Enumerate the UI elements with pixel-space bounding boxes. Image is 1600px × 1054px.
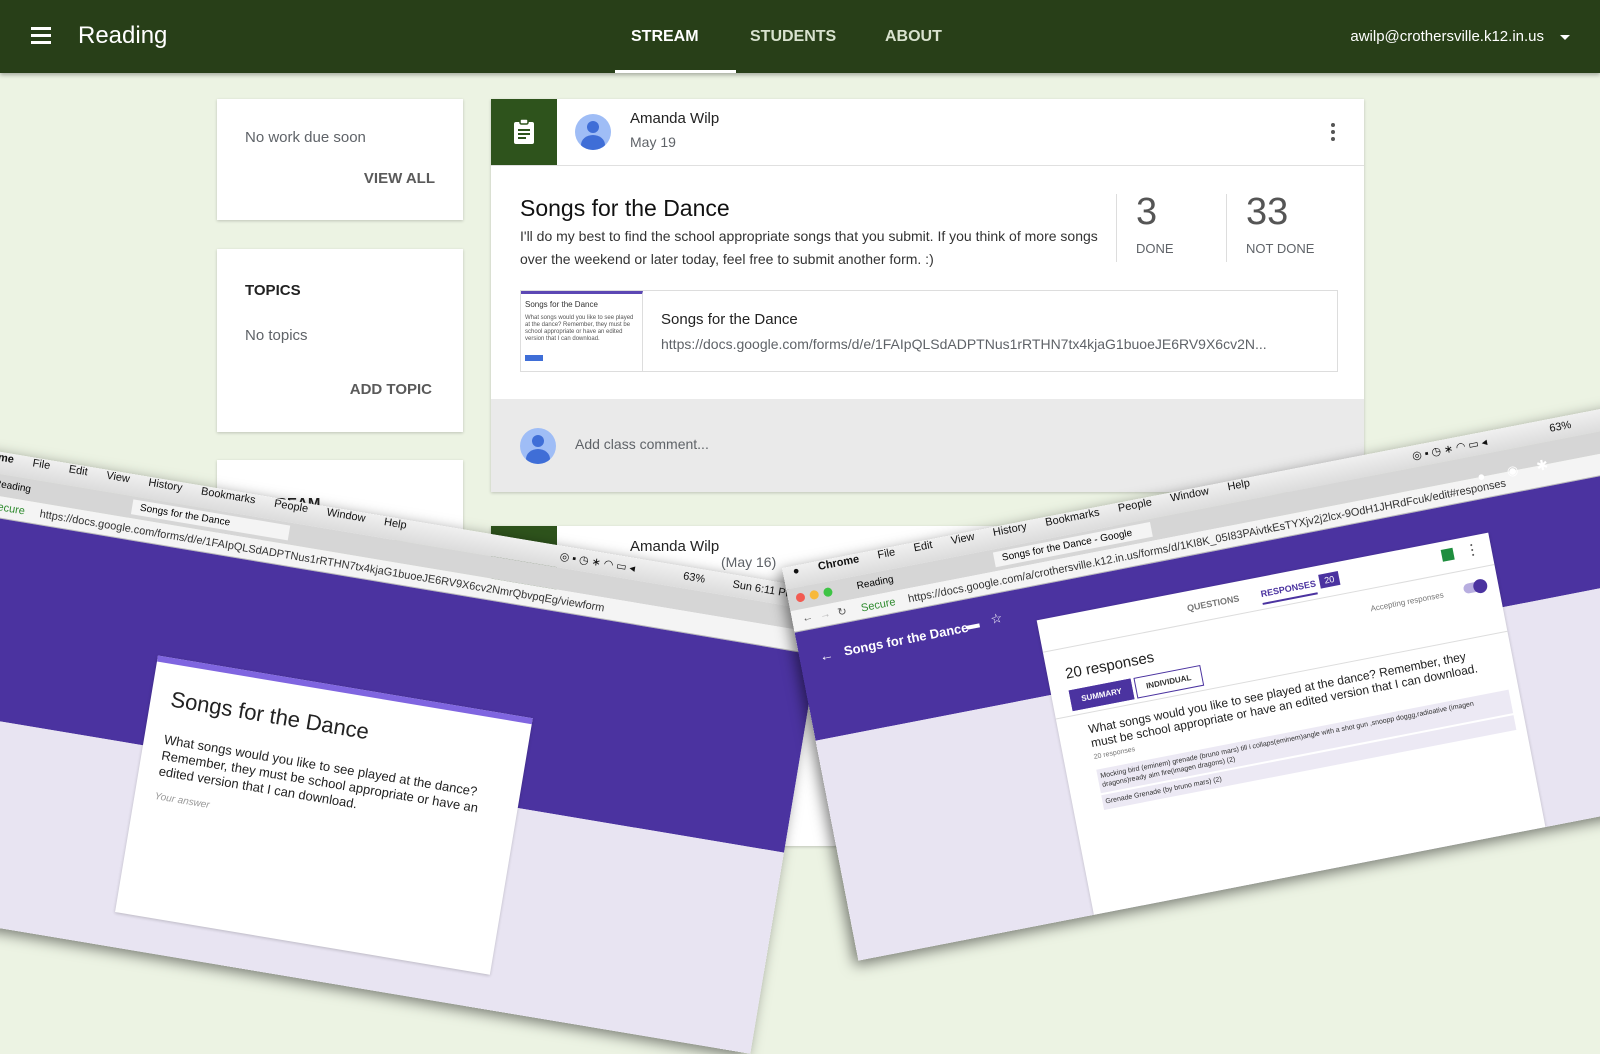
view-all-button[interactable]: VIEW ALL xyxy=(364,170,435,187)
author-name: Amanda Wilp xyxy=(630,110,720,127)
comment-section: Add class comment... xyxy=(491,399,1364,492)
back-icon[interactable]: ← xyxy=(801,611,814,625)
divider xyxy=(491,165,1364,166)
top-app-bar: Reading STREAM STUDENTS ABOUT awilp@crot… xyxy=(0,0,1600,73)
topics-heading: TOPICS xyxy=(245,282,301,299)
divider xyxy=(1116,194,1117,262)
back-arrow-icon[interactable]: ← xyxy=(818,646,835,664)
assignment-title[interactable]: Songs for the Dance xyxy=(520,195,730,222)
battery-level: 63% xyxy=(682,570,706,586)
menu-help[interactable]: Help xyxy=(383,516,407,532)
thumbnail-text: What songs would you like to see played … xyxy=(525,315,634,342)
assignment-description: I'll do my best to find the school appro… xyxy=(520,228,1098,267)
upcoming-text: No work due soon xyxy=(245,129,366,146)
not-done-label: NOT DONE xyxy=(1246,241,1315,256)
divider xyxy=(1226,194,1227,262)
minimize-window-button[interactable] xyxy=(808,589,820,601)
author-name: Amanda Wilp xyxy=(630,538,720,555)
form-title: Songs for the Dance xyxy=(842,619,970,659)
reload-icon[interactable]: ↻ xyxy=(836,605,848,620)
accepting-responses-toggle[interactable] xyxy=(1462,577,1489,595)
sheets-icon[interactable] xyxy=(1440,547,1455,562)
form-question: What songs would you like to see played … xyxy=(157,731,480,816)
account-menu[interactable]: awilp@crothersville.k12.in.us xyxy=(1350,28,1544,45)
tab-about[interactable]: ABOUT xyxy=(885,28,942,46)
upcoming-card: No work due soon VIEW ALL xyxy=(217,99,463,220)
menu-people[interactable]: People xyxy=(1117,496,1153,514)
responses-count-badge: 20 xyxy=(1318,571,1341,589)
menu-edit[interactable]: Edit xyxy=(68,463,89,478)
topics-empty-text: No topics xyxy=(245,327,308,344)
menu-file[interactable]: File xyxy=(877,546,897,561)
menu-file[interactable]: File xyxy=(32,457,51,472)
not-done-count[interactable]: 33 xyxy=(1246,191,1288,234)
done-label: DONE xyxy=(1136,241,1174,256)
close-window-button[interactable] xyxy=(795,592,806,603)
accepting-responses-label: Accepting responses xyxy=(1369,590,1445,614)
star-icon[interactable]: ☆ xyxy=(989,610,1003,628)
tab-reading[interactable]: Reading xyxy=(856,574,895,592)
battery-level: 63% xyxy=(1548,418,1573,435)
author-avatar xyxy=(575,114,611,150)
menu-edit[interactable]: Edit xyxy=(913,539,934,554)
tab-stream[interactable]: STREAM xyxy=(631,28,699,46)
maximize-window-button[interactable] xyxy=(822,586,834,598)
done-count[interactable]: 3 xyxy=(1136,191,1157,234)
forward-icon[interactable]: → xyxy=(819,608,832,622)
chevron-down-icon[interactable] xyxy=(1560,35,1570,40)
tab-students[interactable]: STUDENTS xyxy=(750,28,836,46)
user-avatar xyxy=(520,428,556,464)
attachment-url: https://docs.google.com/forms/d/e/1FAIpQ… xyxy=(661,336,1267,352)
assignment-post: Amanda Wilp May 19 Songs for the Dance I… xyxy=(491,99,1364,492)
menu-history[interactable]: History xyxy=(992,521,1028,539)
topics-card: TOPICS No topics ADD TOPIC xyxy=(217,249,463,432)
assignment-icon-box xyxy=(491,99,557,165)
menu-view[interactable]: View xyxy=(105,470,130,486)
attachment-thumbnail: Songs for the Dance What songs would you… xyxy=(521,291,643,371)
tab-questions[interactable]: QUESTIONS xyxy=(1186,593,1240,613)
menu-chrome[interactable]: Chrome xyxy=(0,447,15,466)
tab-reading[interactable]: Reading xyxy=(0,478,32,495)
comment-input[interactable]: Add class comment... xyxy=(575,436,709,452)
active-tab-indicator xyxy=(615,70,736,73)
more-options-icon[interactable] xyxy=(1470,543,1477,559)
more-options-icon[interactable] xyxy=(1331,123,1335,144)
apple-icon[interactable]: ● xyxy=(792,565,801,578)
thumbnail-title: Songs for the Dance xyxy=(525,300,598,309)
thumbnail-submit xyxy=(525,355,543,361)
summary-toggle[interactable]: SUMMARY xyxy=(1068,678,1135,712)
assignment-icon xyxy=(514,119,534,144)
secure-indicator: Secure xyxy=(860,596,897,615)
add-topic-button[interactable]: ADD TOPIC xyxy=(350,381,432,398)
menu-bookmarks[interactable]: Bookmarks xyxy=(1044,507,1100,529)
post-date: May 19 xyxy=(630,134,676,150)
post-date: (May 16) xyxy=(721,554,777,570)
secure-indicator: Secure xyxy=(0,499,26,518)
attachment-title: Songs for the Dance xyxy=(661,311,798,328)
form-attachment[interactable]: Songs for the Dance What songs would you… xyxy=(520,290,1338,372)
form-title: Songs for the Dance xyxy=(168,686,371,745)
menu-history[interactable]: History xyxy=(148,477,184,494)
individual-toggle[interactable]: INDIVIDUAL xyxy=(1133,665,1204,699)
menu-icon[interactable] xyxy=(31,27,51,44)
answer-input[interactable]: Your answer xyxy=(154,791,211,811)
folder-icon[interactable]: ▬ xyxy=(965,616,981,633)
class-title: Reading xyxy=(78,22,168,49)
